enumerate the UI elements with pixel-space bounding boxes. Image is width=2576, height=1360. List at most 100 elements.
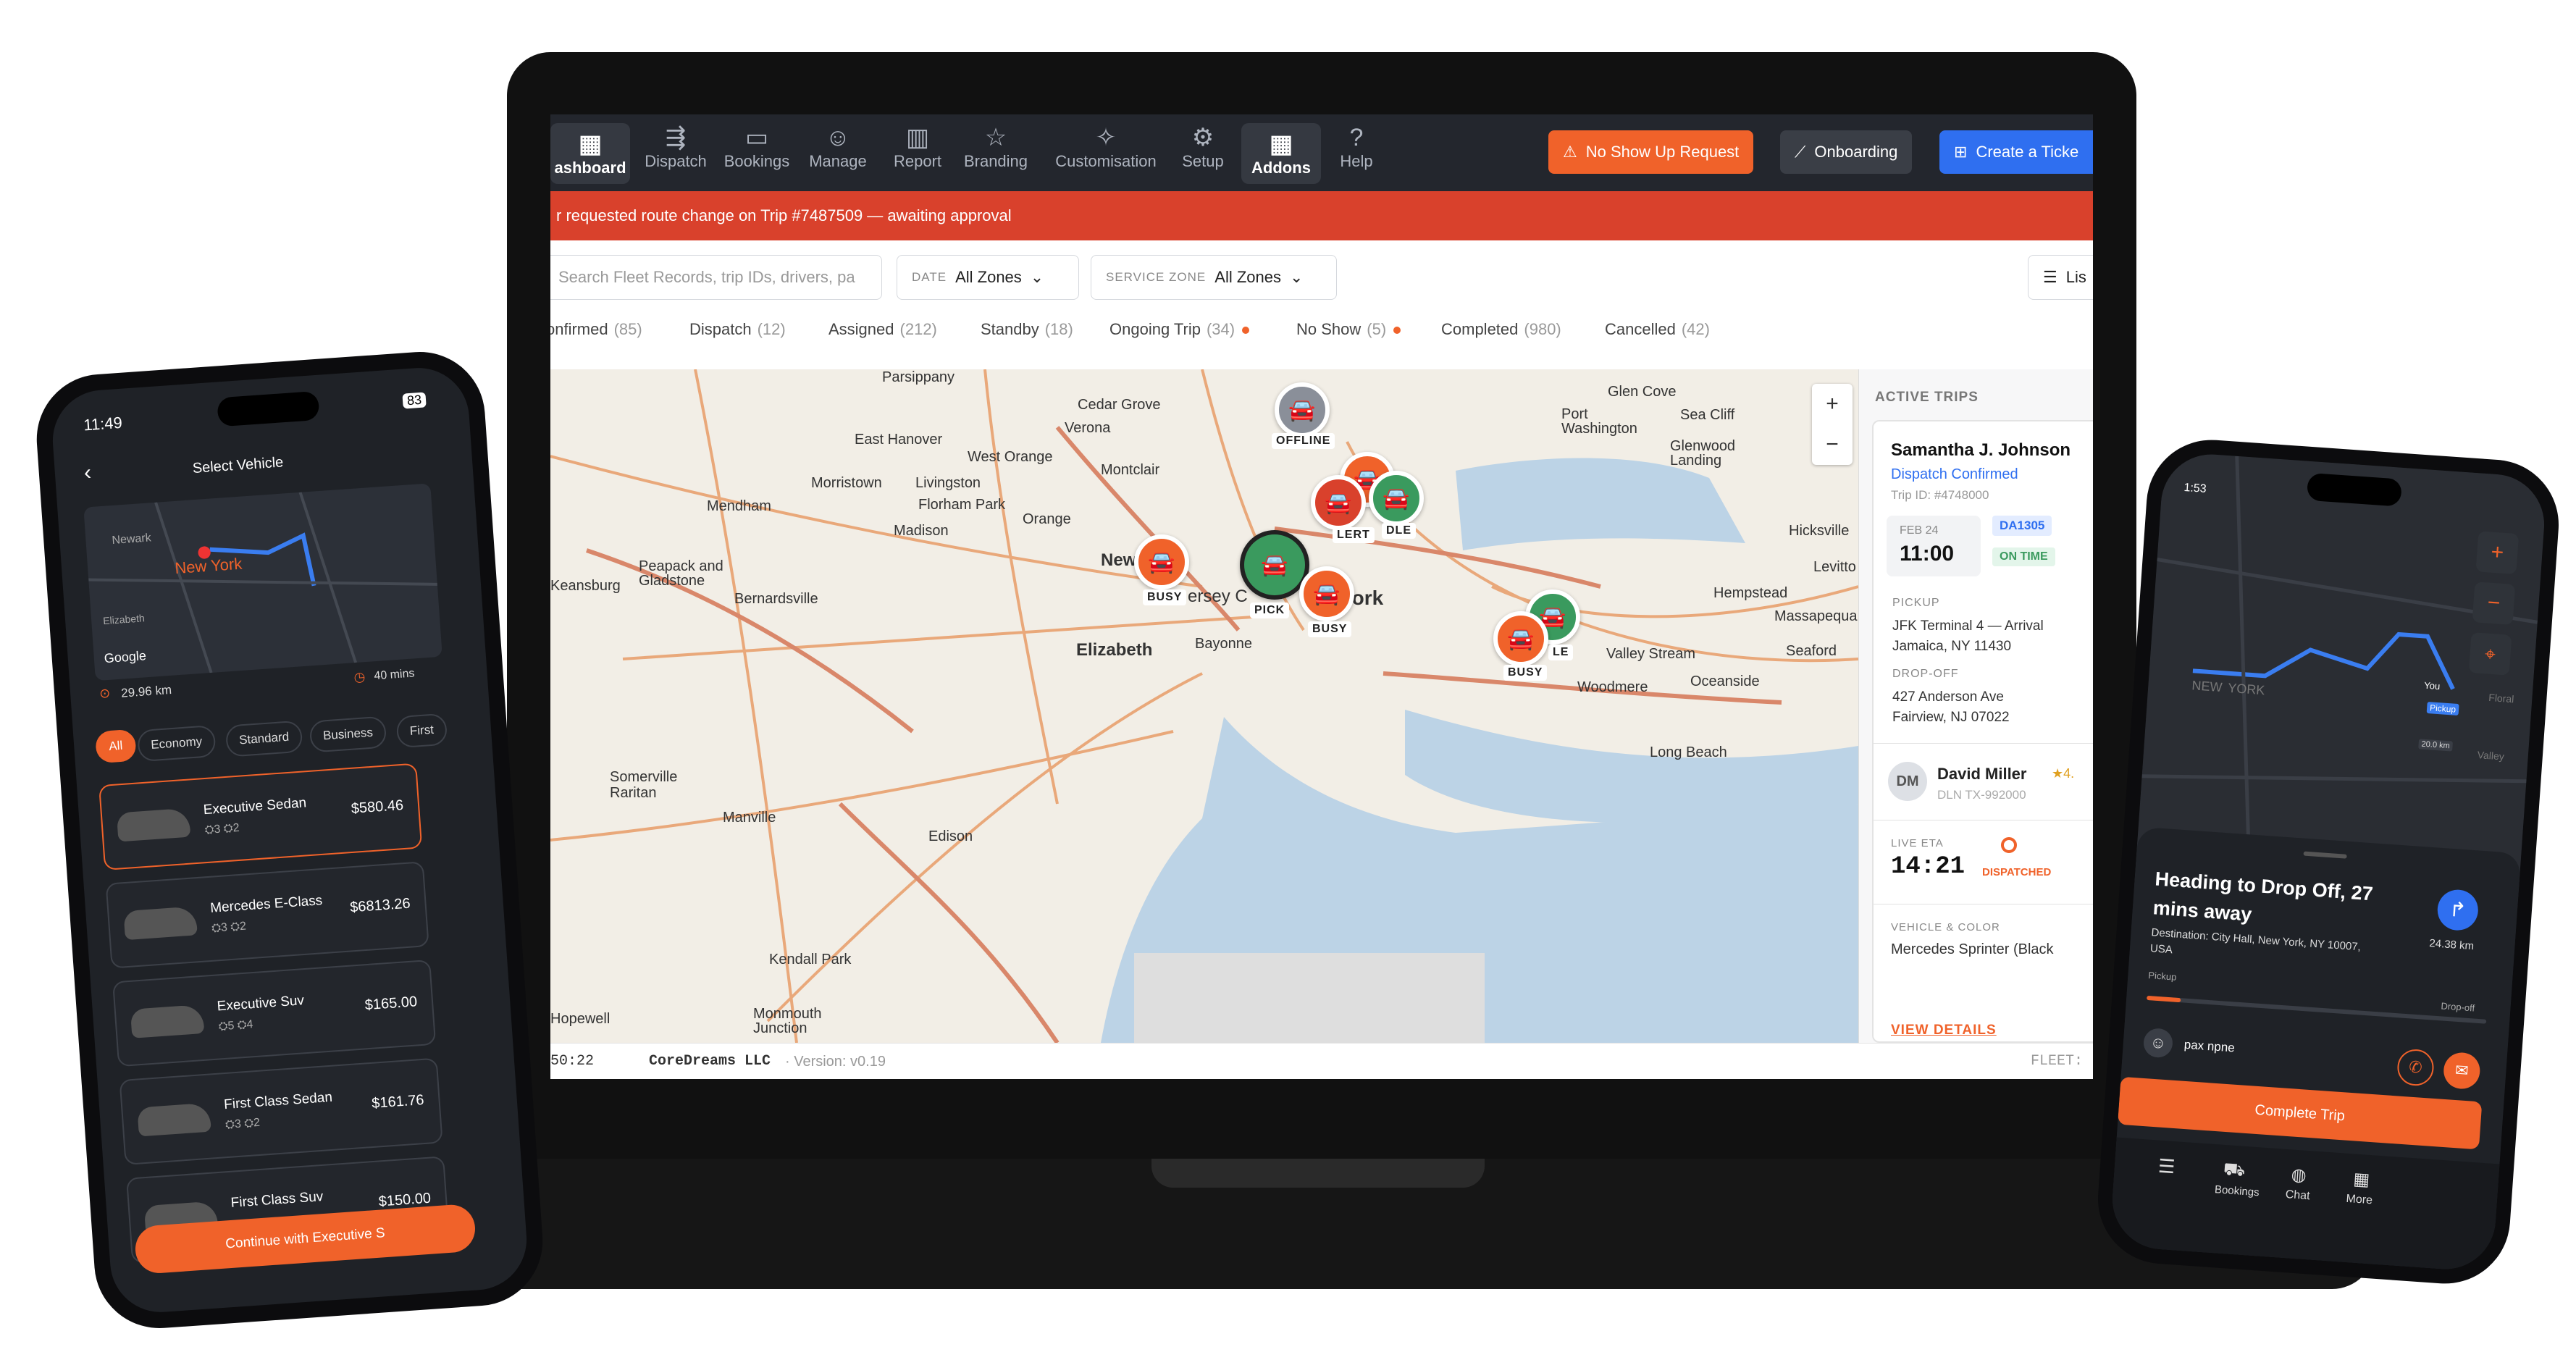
nav-setup[interactable]: ⚙ Setup [1163, 123, 1243, 171]
tab-car-icon[interactable]: ⛟ [2223, 1159, 2246, 1183]
dynamic-island [217, 390, 320, 427]
nav-report[interactable]: ▥ Report [878, 123, 957, 171]
map-place-label: Verona [1065, 420, 1111, 436]
on-time-badge: ON TIME [1992, 547, 2055, 566]
fleet-map[interactable]: Parsippany Cedar Grove Verona East Hanov… [550, 369, 1858, 1043]
zoom-out-button[interactable]: − [2472, 582, 2516, 625]
tab-confirmed[interactable]: onfirmed (85) [550, 320, 642, 339]
vehicle-pin-alert[interactable]: 🚘 [1311, 475, 1366, 530]
map-place-label: Edison [928, 828, 973, 844]
filter-chip-business[interactable]: Business [309, 715, 387, 753]
create-ticket-button[interactable]: ⊞ Create a Ticke [1939, 130, 2093, 174]
zoom-in-button[interactable]: + [2475, 531, 2520, 575]
pickup-label: Pickup [2147, 970, 2177, 983]
nav-dashboard[interactable]: ▦ ashboard [550, 123, 630, 184]
filter-chip-economy[interactable]: Economy [136, 724, 217, 763]
vehicle-capacity: ⛭3 ⛭2 [204, 821, 240, 837]
tab-count: (18) [1044, 320, 1073, 338]
bottom-tab-bar: ☰ ⛟ Bookings ◍ Chat ▦ More [2109, 1137, 2500, 1273]
map-place-label: Sea Cliff [1680, 407, 1735, 423]
list-view-button[interactable]: ☰ Lis [2028, 255, 2093, 300]
map-place-label: Peapack and Gladstone [639, 558, 723, 589]
map-label: NEW [2191, 678, 2223, 695]
tab-assigned[interactable]: Assigned (212) [828, 320, 937, 339]
map-place-label: Port Washington [1561, 406, 1637, 437]
date-filter[interactable]: DATE All Zones ⌄ [897, 255, 1079, 300]
tab-dispatch[interactable]: Dispatch (12) [689, 320, 786, 339]
vehicle-price: $165.00 [364, 994, 418, 1014]
driver-avatar: DM [1888, 762, 1927, 801]
filter-chip-all[interactable]: All [94, 729, 137, 764]
vehicle-pin-offline[interactable]: 🚘 [1275, 382, 1330, 437]
vehicle-option[interactable]: Mercedes E-Class ⛭3 ⛭2 $6813.26 [105, 861, 429, 969]
nav-customisation[interactable]: ✧ Customisation [1052, 123, 1160, 171]
chevron-down-icon: ⌄ [1290, 268, 1304, 286]
gear-icon: ⚙ [1191, 124, 1214, 151]
driver-name: David Miller [1937, 765, 2027, 783]
pin-status-label: LERT [1333, 527, 1375, 543]
pickup-label: PICKUP [1892, 597, 1940, 609]
locate-icon[interactable]: ⌖ [2468, 632, 2512, 676]
car-icon: 🚘 [1383, 486, 1410, 511]
vehicle-pin-busy[interactable]: 🚘 [1493, 611, 1548, 666]
complete-trip-button[interactable]: Complete Trip [2117, 1076, 2483, 1150]
vehicle-option-selected[interactable]: Executive Sedan ⛭3 ⛭2 $580.46 [98, 763, 423, 870]
vehicle-pin-busy[interactable]: 🚘 [1299, 566, 1354, 621]
company-name: CoreDreams LLC [649, 1053, 771, 1070]
progress-dot [2001, 837, 2017, 853]
nav-bookings[interactable]: ▭ Bookings [717, 123, 797, 171]
map-place-label: Keansburg [550, 578, 621, 594]
nav-branding[interactable]: ☆ Branding [956, 123, 1036, 171]
map-place-label: East Hanover [855, 432, 943, 448]
call-icon[interactable]: ✆ [2396, 1048, 2436, 1087]
no-show-request-button[interactable]: ⚠ No Show Up Request [1548, 130, 1754, 174]
turn-direction-icon[interactable]: ↱ [2436, 888, 2480, 932]
onboarding-button[interactable]: ⟋ Onboarding [1780, 130, 1913, 174]
route-map[interactable]: Newark New York Elizabeth Google ● [83, 483, 442, 681]
map-label: You [2423, 679, 2441, 692]
tab-standby[interactable]: Standby (18) [981, 320, 1073, 339]
pickup-address: JFK Terminal 4 — Arrival [1892, 618, 2044, 634]
tab-ongoing-trip[interactable]: Ongoing Trip (34) [1109, 320, 1250, 339]
tab-more-icon[interactable]: ▦ [2353, 1169, 2371, 1191]
nav-addons[interactable]: ▦ Addons [1241, 123, 1321, 184]
map-place-label: Seaford [1786, 643, 1837, 659]
filter-chip-first[interactable]: First [395, 713, 448, 749]
filter-chip-standard[interactable]: Standard [225, 720, 303, 757]
route-change-alert[interactable]: r requested route change on Trip #748750… [550, 191, 2093, 240]
map-zoom-controls: + − [1812, 384, 1853, 465]
back-icon[interactable]: ‹ [83, 461, 92, 486]
tab-label: No Show [1296, 320, 1362, 338]
tab-chat-icon[interactable]: ◍ [2291, 1164, 2307, 1186]
clock: 50:22 [550, 1053, 595, 1070]
tab-list-icon[interactable]: ☰ [2157, 1155, 2176, 1179]
active-trips-panel: ACTIVE TRIPS Samantha J. Johnson Dispatc… [1858, 369, 2093, 1043]
left-phone-screen: 11:49 83 ‹ Select Vehicle Newark New Yor… [49, 364, 530, 1316]
map-label: YORK [2227, 680, 2266, 698]
pin-status-label: BUSY [1308, 621, 1352, 637]
vehicle-pin-idle[interactable]: 🚘 [1369, 471, 1424, 526]
service-zone-filter[interactable]: SERVICE ZONE All Zones ⌄ [1091, 255, 1337, 300]
zoom-out-button[interactable]: − [1812, 424, 1853, 465]
message-icon[interactable]: ✉ [2442, 1051, 2482, 1091]
map-label: Valley [2477, 749, 2505, 763]
wand-icon: ⟋ [1795, 143, 1806, 161]
view-details-link[interactable]: VIEW DETAILS [1891, 1023, 1997, 1038]
trip-card[interactable]: Samantha J. Johnson Dispatch Confirmed T… [1872, 420, 2093, 1043]
zoom-in-button[interactable]: + [1812, 384, 1853, 424]
tab-no-show[interactable]: No Show (5) [1296, 320, 1401, 339]
vehicle-pin-busy[interactable]: 🚘 [1134, 534, 1189, 589]
tab-cancelled[interactable]: Cancelled (42) [1605, 320, 1710, 339]
nav-help[interactable]: ? Help [1317, 123, 1396, 171]
laptop-notch [1151, 1159, 1485, 1188]
nav-manage[interactable]: ☺ Manage [798, 123, 878, 171]
map-place-label: ersey C [1188, 587, 1248, 606]
nav-dispatch[interactable]: ⇶ Dispatch [636, 123, 716, 171]
dropoff-label: Drop-off [2440, 1000, 2475, 1014]
tab-completed[interactable]: Completed (980) [1441, 320, 1561, 339]
map-place-label: Monmouth Junction [753, 1006, 822, 1036]
vehicle-option[interactable]: Executive Suv ⛭5 ⛭4 $165.00 [112, 959, 437, 1067]
vehicle-option[interactable]: First Class Sedan ⛭3 ⛭2 $161.76 [119, 1057, 443, 1165]
search-input[interactable]: Search Fleet Records, trip IDs, drivers,… [550, 255, 882, 300]
sheet-handle[interactable] [2303, 851, 2347, 859]
